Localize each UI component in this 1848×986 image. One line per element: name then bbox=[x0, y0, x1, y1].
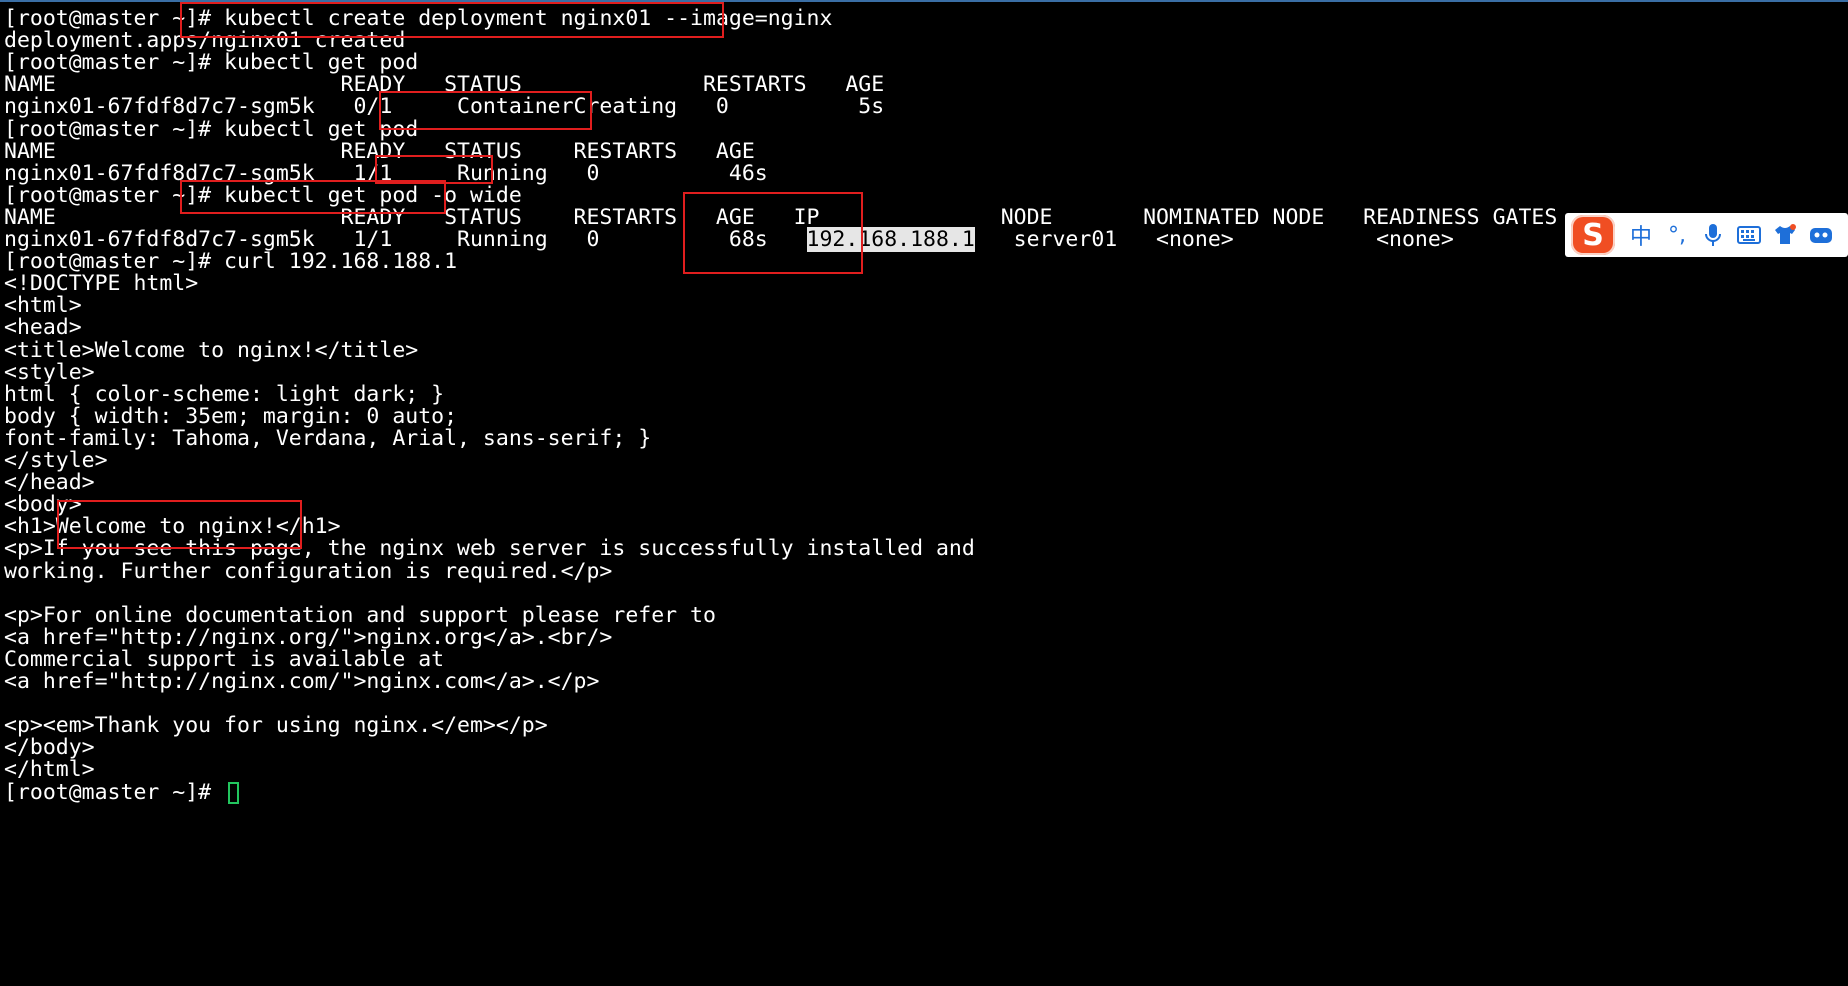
keyboard-icon[interactable] bbox=[1731, 215, 1767, 255]
microphone-icon[interactable] bbox=[1695, 215, 1731, 255]
terminal-text: working. Further configuration is requir… bbox=[4, 558, 613, 584]
skin-shirt-icon[interactable] bbox=[1767, 215, 1803, 255]
terminal-text: server01 <none> <none> bbox=[974, 227, 1454, 252]
terminal-line: working. Further configuration is requir… bbox=[4, 559, 612, 585]
terminal-text: <a href="http://nginx.com/">nginx.com</a… bbox=[4, 669, 600, 694]
toolbox-icon[interactable] bbox=[1803, 215, 1839, 255]
terminal-window[interactable]: [root@master ~]# kubectl create deployme… bbox=[0, 0, 1848, 986]
selected-text: 192.168.188.1 bbox=[806, 227, 975, 252]
ime-toolbar[interactable]: S 中 °, bbox=[1565, 213, 1848, 257]
ime-punctuation-toggle[interactable]: °, bbox=[1659, 215, 1695, 255]
terminal-line: [root@master ~]# bbox=[4, 779, 240, 806]
terminal-line: <a href="http://nginx.com/">nginx.com</a… bbox=[4, 669, 599, 695]
sogou-logo-icon[interactable]: S bbox=[1571, 215, 1615, 255]
terminal-text: [root@master ~]# bbox=[4, 779, 225, 805]
ime-mode-toggle[interactable]: 中 bbox=[1623, 215, 1659, 255]
terminal-cursor[interactable] bbox=[228, 781, 240, 804]
